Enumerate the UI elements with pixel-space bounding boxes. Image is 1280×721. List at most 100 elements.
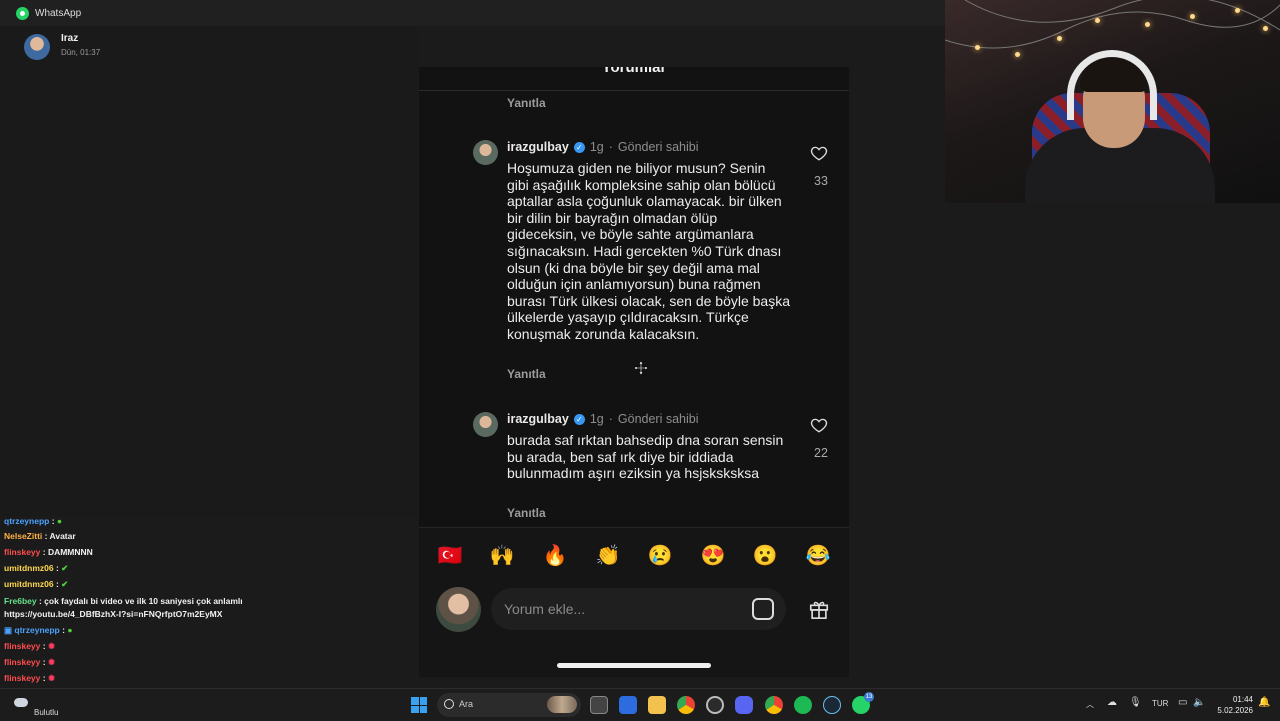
chrome-profile-icon[interactable] bbox=[765, 696, 783, 714]
comment-age: 1g bbox=[589, 412, 604, 426]
input-language[interactable]: TUR bbox=[1152, 699, 1168, 708]
notifications-icon[interactable]: 🔔 bbox=[1258, 697, 1270, 708]
emoji-laughing[interactable]: 😂 bbox=[804, 544, 832, 568]
move-cursor-icon bbox=[634, 361, 648, 375]
header-divider bbox=[419, 90, 849, 91]
chat-message: umitdnmz06 : ✔ bbox=[4, 579, 69, 589]
quick-emoji-bar: 🇹🇷 🙌 🔥 👏 😢 😍 😮 😂 bbox=[419, 527, 849, 588]
reply-link[interactable]: Yanıtla bbox=[507, 506, 546, 520]
chat-header[interactable]: Iraz Dün, 01:37 bbox=[0, 26, 945, 66]
chat-link[interactable]: https://youtu.be/4_DBfBzhX-I?si=nFNQrfpt… bbox=[4, 609, 222, 619]
chat-username: flinskeyy bbox=[4, 547, 41, 557]
comment-header: irazgulbay ✓ 1g · Gönderi sahibi bbox=[507, 140, 699, 154]
chat-username: flinskeyy bbox=[4, 673, 41, 683]
like-heart-icon[interactable] bbox=[810, 416, 828, 434]
like-heart-icon[interactable] bbox=[810, 144, 828, 162]
chat-username: umitdnmz06 bbox=[4, 563, 54, 573]
headset-icon bbox=[1067, 50, 1157, 120]
volume-icon[interactable]: 🔈 bbox=[1193, 697, 1205, 708]
search-label: Ara bbox=[459, 699, 474, 709]
chat-message: https://youtu.be/4_DBfBzhX-I?si=nFNQrfpt… bbox=[4, 609, 222, 619]
more-options-icon[interactable]: ··· bbox=[804, 67, 823, 73]
emoji-turkey-flag[interactable]: 🇹🇷 bbox=[436, 544, 464, 568]
comment-username[interactable]: irazgulbay bbox=[507, 412, 569, 426]
taskbar-search[interactable]: Ara bbox=[437, 693, 581, 717]
chat-message: flinskeyy : DAMMNNN bbox=[4, 547, 93, 557]
chat-message: qtrzeynepp : ● bbox=[4, 516, 63, 526]
notification-badge: 13 bbox=[864, 692, 874, 702]
message-time: Dün, 01:37 bbox=[61, 48, 101, 57]
emoji-heart-eyes[interactable]: 😍 bbox=[699, 544, 727, 568]
emoji-clapping[interactable]: 👏 bbox=[594, 544, 622, 568]
steam-icon[interactable] bbox=[823, 696, 841, 714]
contact-avatar[interactable] bbox=[24, 34, 50, 60]
chat-message: flinskeyy : ✹ bbox=[4, 673, 56, 683]
spotify-icon[interactable] bbox=[794, 696, 812, 714]
reply-link[interactable]: Yanıtla bbox=[507, 367, 546, 381]
badge-icon: ▣ bbox=[4, 625, 15, 635]
emoji-raising-hands[interactable]: 🙌 bbox=[488, 544, 516, 568]
comment-input-placeholder: Yorum ekle... bbox=[504, 601, 586, 617]
fairy-light bbox=[975, 45, 980, 50]
comment-text: burada saf ırktan bahsedip dna soran sen… bbox=[507, 432, 784, 482]
verified-badge-icon: ✓ bbox=[573, 413, 585, 425]
fairy-light bbox=[1057, 36, 1062, 41]
file-explorer-icon[interactable] bbox=[648, 696, 666, 714]
chat-username: NelseZitti bbox=[4, 531, 43, 541]
chrome-icon[interactable] bbox=[677, 696, 695, 714]
like-count: 33 bbox=[814, 174, 828, 188]
green-emote-icon: ● bbox=[56, 516, 63, 526]
fairy-light bbox=[1263, 26, 1268, 31]
comment-input[interactable]: Yorum ekle... bbox=[491, 588, 786, 630]
network-icon[interactable]: ▭ bbox=[1178, 697, 1187, 708]
chat-message: NelseZitti : Avatar bbox=[4, 531, 76, 541]
verified-badge-icon: ✓ bbox=[573, 141, 585, 153]
tray-chevron-icon[interactable]: ︿ bbox=[1086, 699, 1094, 710]
emoji-crying[interactable]: 😢 bbox=[646, 544, 674, 568]
fairy-light bbox=[1190, 14, 1195, 19]
chat-text: çok faydalı bi video ve ilk 10 saniyesi … bbox=[44, 596, 243, 606]
obs-icon[interactable] bbox=[706, 696, 724, 714]
stream-chat-overlay: qtrzeynepp : ● NelseZitti : Avatar flins… bbox=[0, 516, 420, 706]
task-view-icon[interactable] bbox=[590, 696, 608, 714]
emoji-fire[interactable]: 🔥 bbox=[541, 544, 569, 568]
commenter-avatar[interactable] bbox=[473, 412, 498, 437]
clock-date: 5.02.2026 bbox=[1217, 706, 1253, 715]
discord-icon[interactable] bbox=[735, 696, 753, 714]
contact-name[interactable]: Iraz bbox=[61, 33, 78, 44]
fairy-light bbox=[1095, 18, 1100, 23]
comment-header: irazgulbay ✓ 1g · Gönderi sahibi bbox=[507, 412, 699, 426]
gift-icon[interactable] bbox=[808, 598, 830, 620]
chat-username: Fre6bey bbox=[4, 596, 37, 606]
green-emote-icon: ✔ bbox=[61, 579, 69, 589]
system-clock[interactable]: 01:44 5.02.2026 bbox=[1215, 694, 1253, 716]
chat-username: flinskeyy bbox=[4, 641, 41, 651]
green-emote-icon: ✔ bbox=[61, 563, 69, 573]
fairy-light bbox=[1235, 8, 1240, 13]
webcam-overlay bbox=[945, 0, 1280, 203]
home-indicator bbox=[557, 663, 711, 668]
start-button-icon[interactable] bbox=[411, 697, 427, 713]
chat-message: flinskeyy : ✹ bbox=[4, 641, 56, 651]
microphone-icon[interactable]: 🎙 bbox=[1129, 697, 1142, 708]
search-icon bbox=[444, 699, 454, 709]
weather-widget[interactable]: Bulutlu bbox=[10, 695, 70, 717]
commenter-avatar[interactable] bbox=[473, 140, 498, 165]
onedrive-icon[interactable]: ☁ bbox=[1107, 697, 1117, 708]
post-owner-label: Gönderi sahibi bbox=[617, 412, 699, 426]
post-owner-label: Gönderi sahibi bbox=[617, 140, 699, 154]
chat-username: flinskeyy bbox=[4, 657, 41, 667]
comment-username[interactable]: irazgulbay bbox=[507, 140, 569, 154]
reply-link[interactable]: Yanıtla bbox=[507, 96, 546, 110]
emoji-surprised[interactable]: 😮 bbox=[751, 544, 779, 568]
chat-message: flinskeyy : ✹ bbox=[4, 657, 56, 667]
comment-separator: · bbox=[608, 140, 613, 154]
windows-taskbar: Bulutlu Ara 13 ︿ ☁ 🎙 TUR ▭ 🔈 01:44 5.02.… bbox=[0, 688, 1280, 721]
store-icon[interactable] bbox=[619, 696, 637, 714]
chat-username: qtrzeynepp bbox=[4, 516, 50, 526]
sticker-icon[interactable] bbox=[752, 598, 774, 620]
red-emote-icon: ✹ bbox=[47, 641, 56, 651]
chat-message: umitdnmz06 : ✔ bbox=[4, 563, 69, 573]
chat-username: umitdnmz06 bbox=[4, 579, 54, 589]
red-emote-icon: ✹ bbox=[47, 673, 56, 683]
